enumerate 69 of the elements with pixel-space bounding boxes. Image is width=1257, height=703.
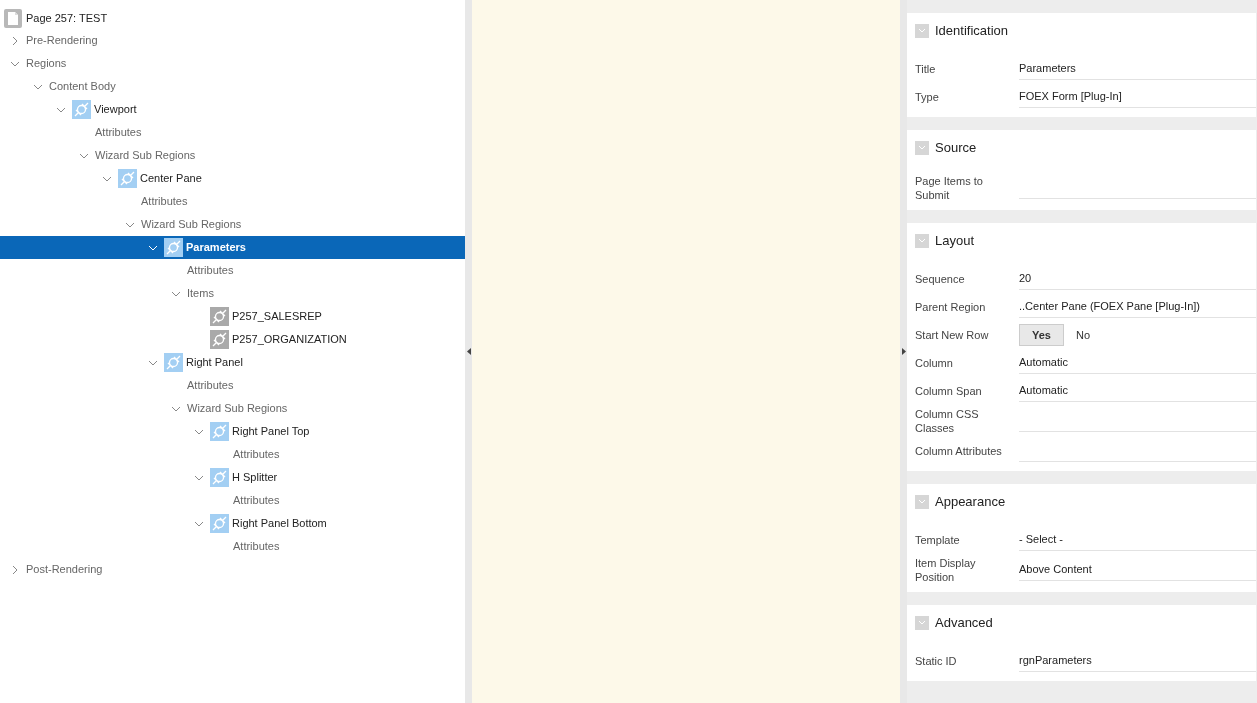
tree-node[interactable]: Center Pane — [0, 167, 465, 190]
plug-icon — [118, 169, 137, 188]
tree-node[interactable]: Attributes — [0, 443, 465, 466]
tree-node[interactable]: Pre-Rendering — [0, 29, 465, 52]
tree-node[interactable]: P257_ORGANIZATION — [0, 328, 465, 351]
plug-icon — [210, 468, 229, 487]
page-icon — [4, 8, 22, 28]
tree-node[interactable]: Wizard Sub Regions — [0, 397, 465, 420]
property-label: Start New Row — [915, 328, 990, 342]
chevron-down-icon — [918, 499, 926, 505]
tree-node[interactable]: Regions — [0, 52, 465, 75]
chevron-down-icon — [918, 238, 926, 244]
section-title: Advanced — [935, 614, 993, 633]
property-label: Page Items to Submit — [915, 174, 984, 202]
property-label: Column Span — [915, 384, 983, 398]
property-label: Sequence — [915, 272, 966, 286]
property-field[interactable]: Automatic — [1019, 352, 1256, 374]
property-field[interactable]: Above Content — [1019, 559, 1256, 581]
property-field[interactable]: rgnParameters — [1019, 650, 1256, 672]
property-field[interactable]: Automatic — [1019, 380, 1256, 402]
property-label: Column — [915, 356, 954, 370]
property-label: Column CSS Classes — [915, 407, 980, 435]
property-field[interactable]: 20 — [1019, 268, 1256, 290]
property-label: Item Display Position — [915, 556, 977, 584]
toggle-option[interactable]: No — [1063, 324, 1103, 346]
property-label: Template — [915, 533, 961, 547]
plug-icon — [164, 238, 183, 257]
property-label: Type — [915, 90, 940, 104]
section-title: Layout — [935, 232, 975, 251]
tree-node[interactable]: Attributes — [0, 190, 465, 213]
tree-node[interactable]: Wizard Sub Regions — [0, 213, 465, 236]
tree-node[interactable]: Viewport — [0, 98, 465, 121]
property-label: Title — [915, 62, 937, 76]
tree-node[interactable]: Right Panel — [0, 351, 465, 374]
section-title: Source — [935, 139, 977, 158]
plug-icon — [72, 100, 91, 119]
tree-node[interactable]: Items — [0, 282, 465, 305]
plug-icon — [210, 307, 229, 326]
property-label: Parent Region — [915, 300, 987, 314]
tree-node[interactable]: Attributes — [0, 259, 465, 282]
tree-node[interactable]: Attributes — [0, 535, 465, 558]
property-field[interactable]: - Select - — [1019, 529, 1256, 551]
property-label: Static ID — [915, 654, 958, 668]
tree-node[interactable]: P257_SALESREP — [0, 305, 465, 328]
property-field[interactable]: ..Center Pane (FOEX Pane [Plug-In]) — [1019, 296, 1256, 318]
property-field[interactable]: Parameters — [1019, 58, 1256, 80]
tree-node[interactable]: Right Panel Bottom — [0, 512, 465, 535]
plug-icon — [164, 353, 183, 372]
tree-node[interactable]: Post-Rendering — [0, 558, 465, 581]
plug-icon — [210, 422, 229, 441]
section-title: Identification — [935, 22, 1008, 41]
chevron-down-icon — [918, 145, 926, 151]
plug-icon — [210, 514, 229, 533]
plug-icon — [210, 330, 229, 349]
property-label: Column Attributes — [915, 444, 1003, 458]
chevron-down-icon — [918, 28, 926, 34]
tree-node[interactable]: Page 257: TEST — [0, 7, 465, 29]
tree-node[interactable]: Content Body — [0, 75, 465, 98]
tree-node[interactable]: Right Panel Top — [0, 420, 465, 443]
tree-node[interactable]: Attributes — [0, 489, 465, 512]
tree-node[interactable]: Attributes — [0, 374, 465, 397]
section-title: Appearance — [935, 493, 1006, 512]
property-field[interactable]: FOEX Form [Plug-In] — [1019, 86, 1256, 108]
toggle-option[interactable]: Yes — [1019, 324, 1064, 346]
tree-node[interactable]: Parameters — [0, 236, 465, 259]
chevron-down-icon — [918, 620, 926, 626]
tree-node[interactable]: Attributes — [0, 121, 465, 144]
tree-node[interactable]: Wizard Sub Regions — [0, 144, 465, 167]
tree-node[interactable]: H Splitter — [0, 466, 465, 489]
